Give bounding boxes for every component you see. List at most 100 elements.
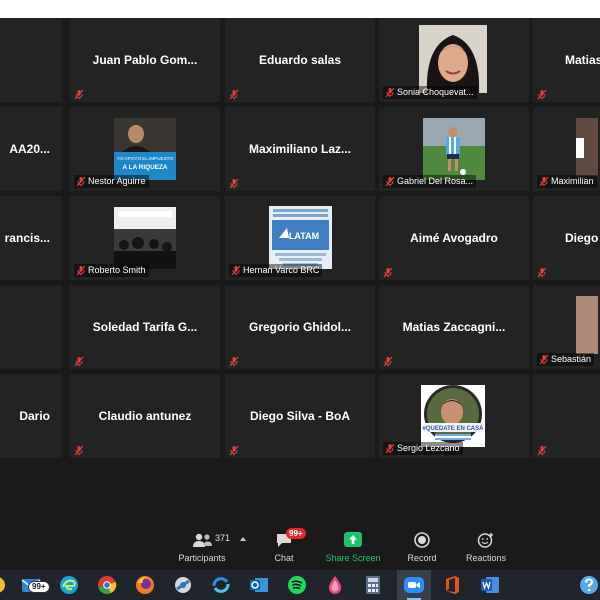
participants-count: 371 <box>215 533 231 543</box>
participant-label: Sonia Choquevat... <box>383 86 477 99</box>
participant-tile[interactable]: Eduardo salas <box>225 18 375 102</box>
participant-tile[interactable]: Aimé Avogadro <box>379 196 529 280</box>
svg-text:#QUEDATE EN CASA: #QUEDATE EN CASA <box>423 426 485 432</box>
participants-button[interactable]: 371 Participants <box>170 515 234 570</box>
office-icon[interactable] <box>441 574 463 596</box>
calculator-icon[interactable] <box>362 574 384 596</box>
participant-label-text: Sonia Choquevat... <box>397 87 474 97</box>
record-button[interactable]: Record <box>398 515 446 570</box>
edge-icon[interactable] <box>58 574 80 596</box>
firefox-icon[interactable] <box>134 574 156 596</box>
participant-label: Maximilian <box>537 175 597 188</box>
participant-label-text: Maximilian <box>551 176 594 186</box>
participant-tile[interactable]: Sebastián <box>533 285 600 369</box>
participant-tile[interactable]: onio <box>0 18 62 102</box>
participants-label: Participants <box>178 553 226 563</box>
muted-mic-icon <box>74 443 84 456</box>
muted-mic-icon <box>229 176 239 189</box>
drop-icon[interactable] <box>324 574 346 596</box>
participant-photo: YO APOYO EL IMPUESTO A LA RIQUEZA <box>114 118 176 180</box>
participant-tile[interactable]: Claudio antunez <box>70 374 220 458</box>
chrome-icon[interactable] <box>96 574 118 596</box>
muted-mic-icon <box>229 443 239 456</box>
muted-mic-icon <box>537 443 547 456</box>
muted-mic-icon <box>383 265 393 278</box>
participant-tile[interactable]: YO APOYO EL IMPUESTO A LA RIQUEZA Nestor A… <box>70 107 220 191</box>
participant-tile[interactable]: Maximilian <box>533 107 600 191</box>
participant-tile[interactable]: Juan Pablo Gom... <box>70 18 220 102</box>
participant-label: Sergio Lezcano <box>383 442 463 455</box>
participant-label-text: Sergio Lezcano <box>397 443 460 453</box>
muted-mic-icon <box>385 443 395 454</box>
participant-tile[interactable]: rancis... <box>0 196 62 280</box>
participant-name: Maximiliano Laz... <box>248 142 352 156</box>
muted-mic-icon <box>537 265 547 278</box>
participant-label-text: Nestor Aguirre <box>88 176 146 186</box>
participant-name: Diego <box>565 231 599 245</box>
sync-icon[interactable] <box>210 574 232 596</box>
windows-taskbar: 99+ <box>0 570 600 600</box>
participant-tile[interactable]: Diego <box>533 196 600 280</box>
participant-name: Gregorio Ghidol... <box>249 320 351 334</box>
participant-photo <box>419 25 487 93</box>
share-screen-button[interactable]: Share Screen <box>322 515 384 570</box>
share-screen-icon <box>344 532 362 547</box>
participant-label: Nestor Aguirre <box>74 175 149 188</box>
participant-name: Soledad Tarifa G... <box>92 320 198 334</box>
muted-mic-icon <box>383 354 393 367</box>
participant-tile[interactable]: Matias <box>533 18 600 102</box>
svg-text:A LA RIQUEZA: A LA RIQUEZA <box>123 164 168 171</box>
participant-photo <box>576 296 598 354</box>
reactions-label: Reactions <box>465 553 507 563</box>
record-label: Record <box>407 553 437 563</box>
participant-photo <box>423 118 485 180</box>
participant-tile[interactable]: Soledad Tarifa G... <box>70 285 220 369</box>
outlook-icon[interactable] <box>248 574 270 596</box>
share-screen-label: Share Screen <box>325 553 381 563</box>
muted-mic-icon <box>231 265 241 276</box>
vpn-icon[interactable] <box>172 574 194 596</box>
participant-tile[interactable]: Dario <box>0 374 62 458</box>
participant-name: Dario <box>19 409 50 423</box>
chat-button[interactable]: 99+ Chat <box>262 515 306 570</box>
reactions-icon <box>477 533 493 548</box>
participants-options-caret-icon[interactable] <box>240 537 246 541</box>
participant-tile[interactable]: Roberto Smith <box>70 196 220 280</box>
participant-tile[interactable] <box>533 374 600 458</box>
participant-tile[interactable]: Sonia Choquevat... <box>379 18 529 102</box>
participant-label: Hernan Varco BRC <box>229 264 323 277</box>
participant-name: rancis... <box>4 231 50 245</box>
participant-tile[interactable]: Gregorio Ghidol... <box>225 285 375 369</box>
svg-text:LATAM: LATAM <box>289 231 319 241</box>
participant-photo <box>114 207 176 269</box>
muted-mic-icon <box>539 354 549 365</box>
participant-tile[interactable]: Gabriel Del Rosa... <box>379 107 529 191</box>
participant-label-text: Roberto Smith <box>88 265 146 275</box>
spotify-icon[interactable] <box>286 574 308 596</box>
video-gallery: onio Juan Pablo Gom... Eduardo salas Sonia … <box>0 18 600 515</box>
zoom-icon[interactable] <box>403 574 425 596</box>
participant-label: Roberto Smith <box>74 264 149 277</box>
reactions-button[interactable]: Reactions <box>458 515 514 570</box>
participant-tile[interactable]: LATAM Hernan Varco BRC <box>225 196 375 280</box>
participant-name: Eduardo salas <box>258 53 342 67</box>
participant-name: Claudio antunez <box>98 409 192 423</box>
participant-label-text: Gabriel Del Rosa... <box>397 176 474 186</box>
chat-badge: 99+ <box>286 528 306 539</box>
participant-tile[interactable]: AA20... <box>0 107 62 191</box>
meeting-toolbar: 371 Participants 99+ Chat Share Screen R… <box>0 515 600 570</box>
participant-photo: LATAM <box>269 206 332 269</box>
muted-mic-icon <box>76 176 86 187</box>
participant-tile[interactable]: Matias Zaccagni... <box>379 285 529 369</box>
word-icon[interactable] <box>479 574 501 596</box>
participant-tile[interactable]: #QUEDATE EN CASA Sergio Lezcano <box>379 374 529 458</box>
participant-tile[interactable]: nes <box>0 285 62 369</box>
muted-mic-icon <box>229 87 239 100</box>
participant-tile[interactable]: Diego Silva - BoA <box>225 374 375 458</box>
help-icon[interactable] <box>578 574 600 596</box>
taskbar-partial-icon[interactable] <box>0 574 8 596</box>
participant-tile[interactable]: Maximiliano Laz... <box>225 107 375 191</box>
chat-label: Chat <box>274 553 294 563</box>
svg-text:YO APOYO EL IMPUESTO: YO APOYO EL IMPUESTO <box>117 156 173 161</box>
muted-mic-icon <box>539 176 549 187</box>
